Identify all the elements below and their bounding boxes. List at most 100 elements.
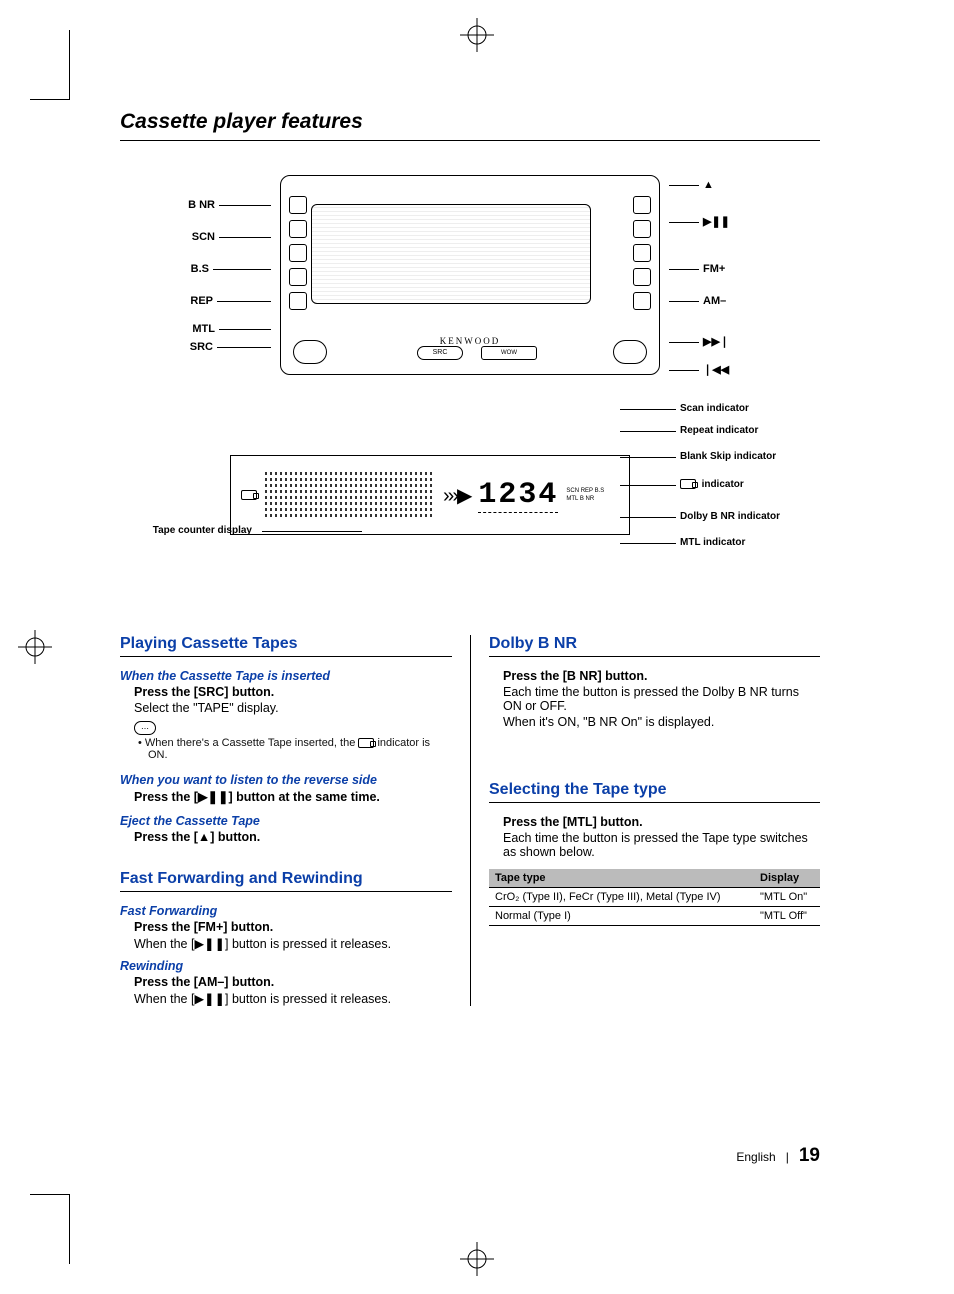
callout-scan-indicator: Scan indicator — [680, 403, 749, 414]
leader-line — [620, 431, 676, 432]
step-text: Press the [AM–] button. — [134, 975, 452, 989]
leader-line — [620, 409, 676, 410]
unit-button — [633, 244, 651, 262]
section-heading-tapetype: Selecting the Tape type — [489, 781, 820, 799]
table-cell: CrO₂ (Type II), FeCr (Type III), Metal (… — [489, 888, 754, 907]
lcd-status-top: SCN REP B.S — [566, 487, 614, 495]
leader-line — [620, 457, 676, 458]
unit-button — [633, 196, 651, 214]
unit-button — [633, 268, 651, 286]
cassette-icon — [358, 738, 374, 748]
table-row: CrO₂ (Type II), FeCr (Type III), Metal (… — [489, 888, 820, 907]
callout-src: SRC — [120, 341, 275, 353]
callout-tape-counter: Tape counter display — [120, 525, 260, 536]
body-text: Each time the button is pressed the Tape… — [503, 831, 820, 859]
unit-button — [289, 244, 307, 262]
crop-mark-tl — [30, 30, 70, 100]
lcd-tape-counter: 1234 — [478, 478, 558, 513]
callout-blank-skip-indicator: Blank Skip indicator — [680, 451, 776, 462]
page-title: Cassette player features — [120, 110, 820, 134]
sub-heading: Rewinding — [120, 959, 452, 973]
body-text: When the [▶❚❚] button is pressed it rele… — [134, 991, 452, 1006]
registration-mark-left — [18, 630, 52, 664]
table-header: Tape type — [489, 869, 754, 888]
unit-button — [289, 220, 307, 238]
cassette-icon — [680, 479, 696, 489]
step-text: Press the [SRC] button. — [134, 685, 452, 699]
note-text: When there's a Cassette Tape inserted, t… — [148, 737, 452, 761]
footer-page-number: 19 — [799, 1145, 820, 1166]
table-row: Normal (Type I) "MTL Off" — [489, 907, 820, 926]
title-rule — [120, 140, 820, 141]
callout-scn: SCN — [120, 231, 275, 243]
section-heading-ff: Fast Forwarding and Rewinding — [120, 870, 452, 888]
callout-repeat-indicator: Repeat indicator — [680, 425, 758, 436]
section-heading-dolby: Dolby B NR — [489, 635, 820, 653]
sub-heading: When you want to listen to the reverse s… — [120, 773, 452, 787]
crop-mark-bl — [30, 1194, 70, 1264]
section-rule — [120, 891, 452, 892]
table-cell: Normal (Type I) — [489, 907, 754, 926]
unit-wow-button: WOW — [481, 346, 537, 360]
callout-amminus: AM– — [665, 295, 726, 307]
unit-knob-left — [293, 340, 327, 364]
callout-eject-icon: ▲ — [665, 179, 714, 191]
callout-mtl-indicator: MTL indicator — [680, 537, 745, 548]
lcd-panel: ›››▶ 1234 SCN REP B.S MTL B NR — [230, 455, 630, 535]
section-rule — [489, 802, 820, 803]
registration-mark-bottom — [460, 1242, 494, 1276]
unit-button — [289, 196, 307, 214]
diagram-area: KENWOOD SRC WOW B NR SCN B.S REP MTL SRC… — [120, 165, 820, 595]
body-text: When it's ON, "B NR On" is displayed. — [503, 715, 820, 729]
step-text: Press the [B NR] button. — [503, 669, 820, 683]
body-text: Each time the button is pressed the Dolb… — [503, 685, 820, 713]
callout-play-pause-icon: ▶❚❚ — [665, 215, 730, 228]
table-cell: "MTL Off" — [754, 907, 820, 926]
step-text: Press the [MTL] button. — [503, 815, 820, 829]
registration-mark-top — [460, 18, 494, 52]
step-text: Press the [FM+] button. — [134, 920, 452, 934]
head-unit: KENWOOD SRC WOW — [280, 175, 660, 375]
unit-left-buttons — [289, 196, 307, 310]
callout-dolby-indicator: Dolby B NR indicator — [680, 511, 780, 522]
sub-heading: Fast Forwarding — [120, 904, 452, 918]
note-icon: ⋯ — [134, 721, 156, 735]
lcd-spectrum — [265, 470, 435, 520]
footer-language: English — [736, 1150, 775, 1164]
unit-button — [289, 268, 307, 286]
page-footer: English | 19 — [736, 1145, 820, 1167]
sub-heading: Eject the Cassette Tape — [120, 814, 452, 828]
unit-brand: KENWOOD — [440, 336, 501, 346]
table-header: Display — [754, 869, 820, 888]
unit-src-button: SRC — [417, 346, 463, 360]
sub-heading: When the Cassette Tape is inserted — [120, 669, 452, 683]
callout-rep: REP — [120, 295, 275, 307]
callout-bs: B.S — [120, 263, 275, 275]
callout-bnr: B NR — [120, 199, 275, 211]
callout-cassette-indicator: indicator — [680, 479, 744, 490]
unit-screen — [311, 204, 591, 304]
leader-line — [620, 517, 676, 518]
lcd-status-bot: MTL B NR — [566, 495, 614, 503]
callout-prev-icon: ❘◀◀ — [665, 363, 729, 376]
leader-line — [620, 543, 676, 544]
section-rule — [489, 656, 820, 657]
unit-button — [289, 292, 307, 310]
unit-knob-right — [613, 340, 647, 364]
tape-type-table: Tape type Display CrO₂ (Type II), FeCr (… — [489, 869, 820, 926]
lcd-chevrons-icon: ›››▶ — [443, 483, 470, 508]
unit-right-buttons — [633, 196, 651, 310]
callout-mtl: MTL — [120, 323, 275, 335]
section-heading-playing: Playing Cassette Tapes — [120, 635, 452, 653]
unit-button — [633, 292, 651, 310]
table-cell: "MTL On" — [754, 888, 820, 907]
lcd-status-block: SCN REP B.S MTL B NR — [566, 487, 614, 503]
body-text: Select the "TAPE" display. — [134, 701, 452, 715]
step-text: Press the [▲] button. — [134, 830, 452, 844]
callout-fmplus: FM+ — [665, 263, 725, 275]
callout-next-icon: ▶▶❘ — [665, 335, 729, 348]
step-text: Press the [▶❚❚] button at the same time. — [134, 789, 452, 804]
cassette-icon — [241, 490, 257, 500]
section-rule — [120, 656, 452, 657]
leader-line — [620, 485, 676, 486]
